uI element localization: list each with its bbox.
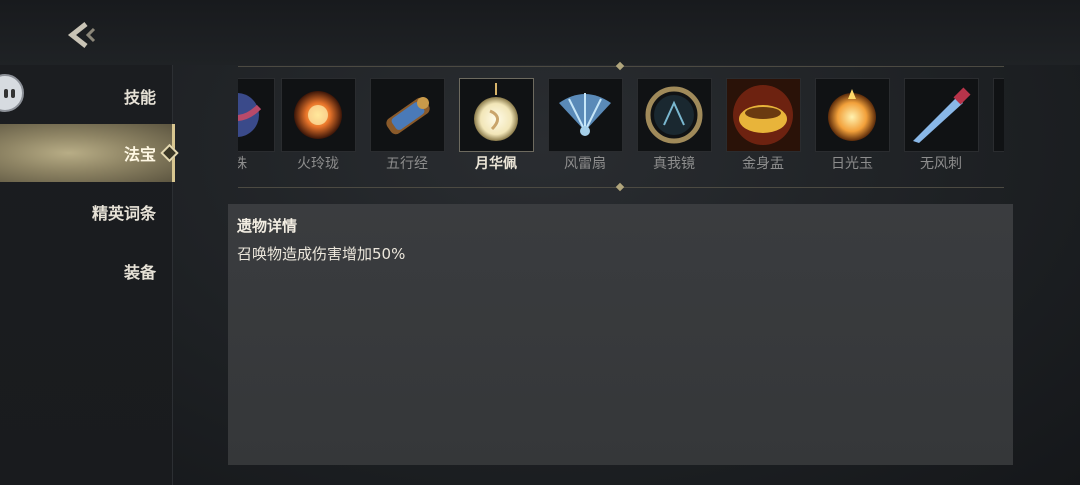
detail-description: 召唤物造成伤害增加50% xyxy=(237,245,406,263)
fire-orb-icon xyxy=(281,78,356,152)
relic-name: 风雷扇 xyxy=(564,156,606,172)
moon-pendant-icon xyxy=(459,78,534,152)
relic-item[interactable]: 风雷扇 xyxy=(548,78,623,178)
relic-name: 金身盂 xyxy=(742,156,784,172)
top-bar xyxy=(0,0,1080,65)
sidebar-item-label: 技能 xyxy=(123,88,156,107)
relic-detail-panel: 遗物详情 召唤物造成伤害增加50% xyxy=(228,204,1013,465)
relic-item[interactable]: 火玲珑 xyxy=(281,78,356,178)
mirror-icon xyxy=(637,78,712,152)
relic-item[interactable]: 月华佩 xyxy=(459,78,534,178)
active-diamond-icon xyxy=(160,143,179,163)
relic-name: 真我镜 xyxy=(653,156,695,172)
category-sidebar: 技能 法宝 精英词条 装备 xyxy=(0,65,179,485)
relic-item[interactable]: 无风刺 xyxy=(904,78,979,178)
relic-name: 日光玉 xyxy=(831,156,873,172)
relic-item[interactable]: 日光玉 xyxy=(815,78,890,178)
dagger-icon xyxy=(904,78,979,152)
relic-name: 火玲珑 xyxy=(297,156,339,172)
sidebar-item-elite-affix[interactable]: 精英词条 xyxy=(0,183,172,241)
relic-item[interactable]: 五行经 xyxy=(370,78,445,178)
sun-jade-icon xyxy=(815,78,890,152)
detail-title: 遗物详情 xyxy=(237,217,298,235)
relic-item[interactable]: 金身盂 xyxy=(726,78,801,178)
sidebar-item-treasure[interactable]: 法宝 xyxy=(0,124,179,182)
sidebar-item-equipment[interactable]: 装备 xyxy=(0,242,172,300)
relic-name: 无风刺 xyxy=(920,156,962,172)
fan-icon xyxy=(548,78,623,152)
sidebar-item-label: 法宝 xyxy=(123,145,156,164)
relic-item[interactable]: 真我镜 xyxy=(637,78,712,178)
relic-name: 五行经 xyxy=(386,156,428,172)
sidebar-item-skills[interactable]: 技能 xyxy=(0,67,172,125)
scroll-icon xyxy=(370,78,445,152)
pearl-icon xyxy=(238,78,275,152)
sidebar-item-label: 精英词条 xyxy=(91,204,156,223)
relic-item-partial[interactable] xyxy=(993,78,1004,178)
golden-bowl-icon xyxy=(726,78,801,152)
relic-name: 珠 xyxy=(238,156,247,172)
relic-list[interactable]: 珠 火玲珑 五行经 月华佩 风雷扇 真我镜 金身盂 日光玉 无风刺 xyxy=(238,66,1004,188)
chevron-left-icon xyxy=(67,22,96,48)
sidebar-item-label: 装备 xyxy=(123,263,156,282)
back-button[interactable] xyxy=(64,18,100,52)
relic-item[interactable]: 珠 xyxy=(238,78,275,178)
relic-thumb-partial xyxy=(993,78,1004,152)
relic-name: 月华佩 xyxy=(475,156,517,172)
